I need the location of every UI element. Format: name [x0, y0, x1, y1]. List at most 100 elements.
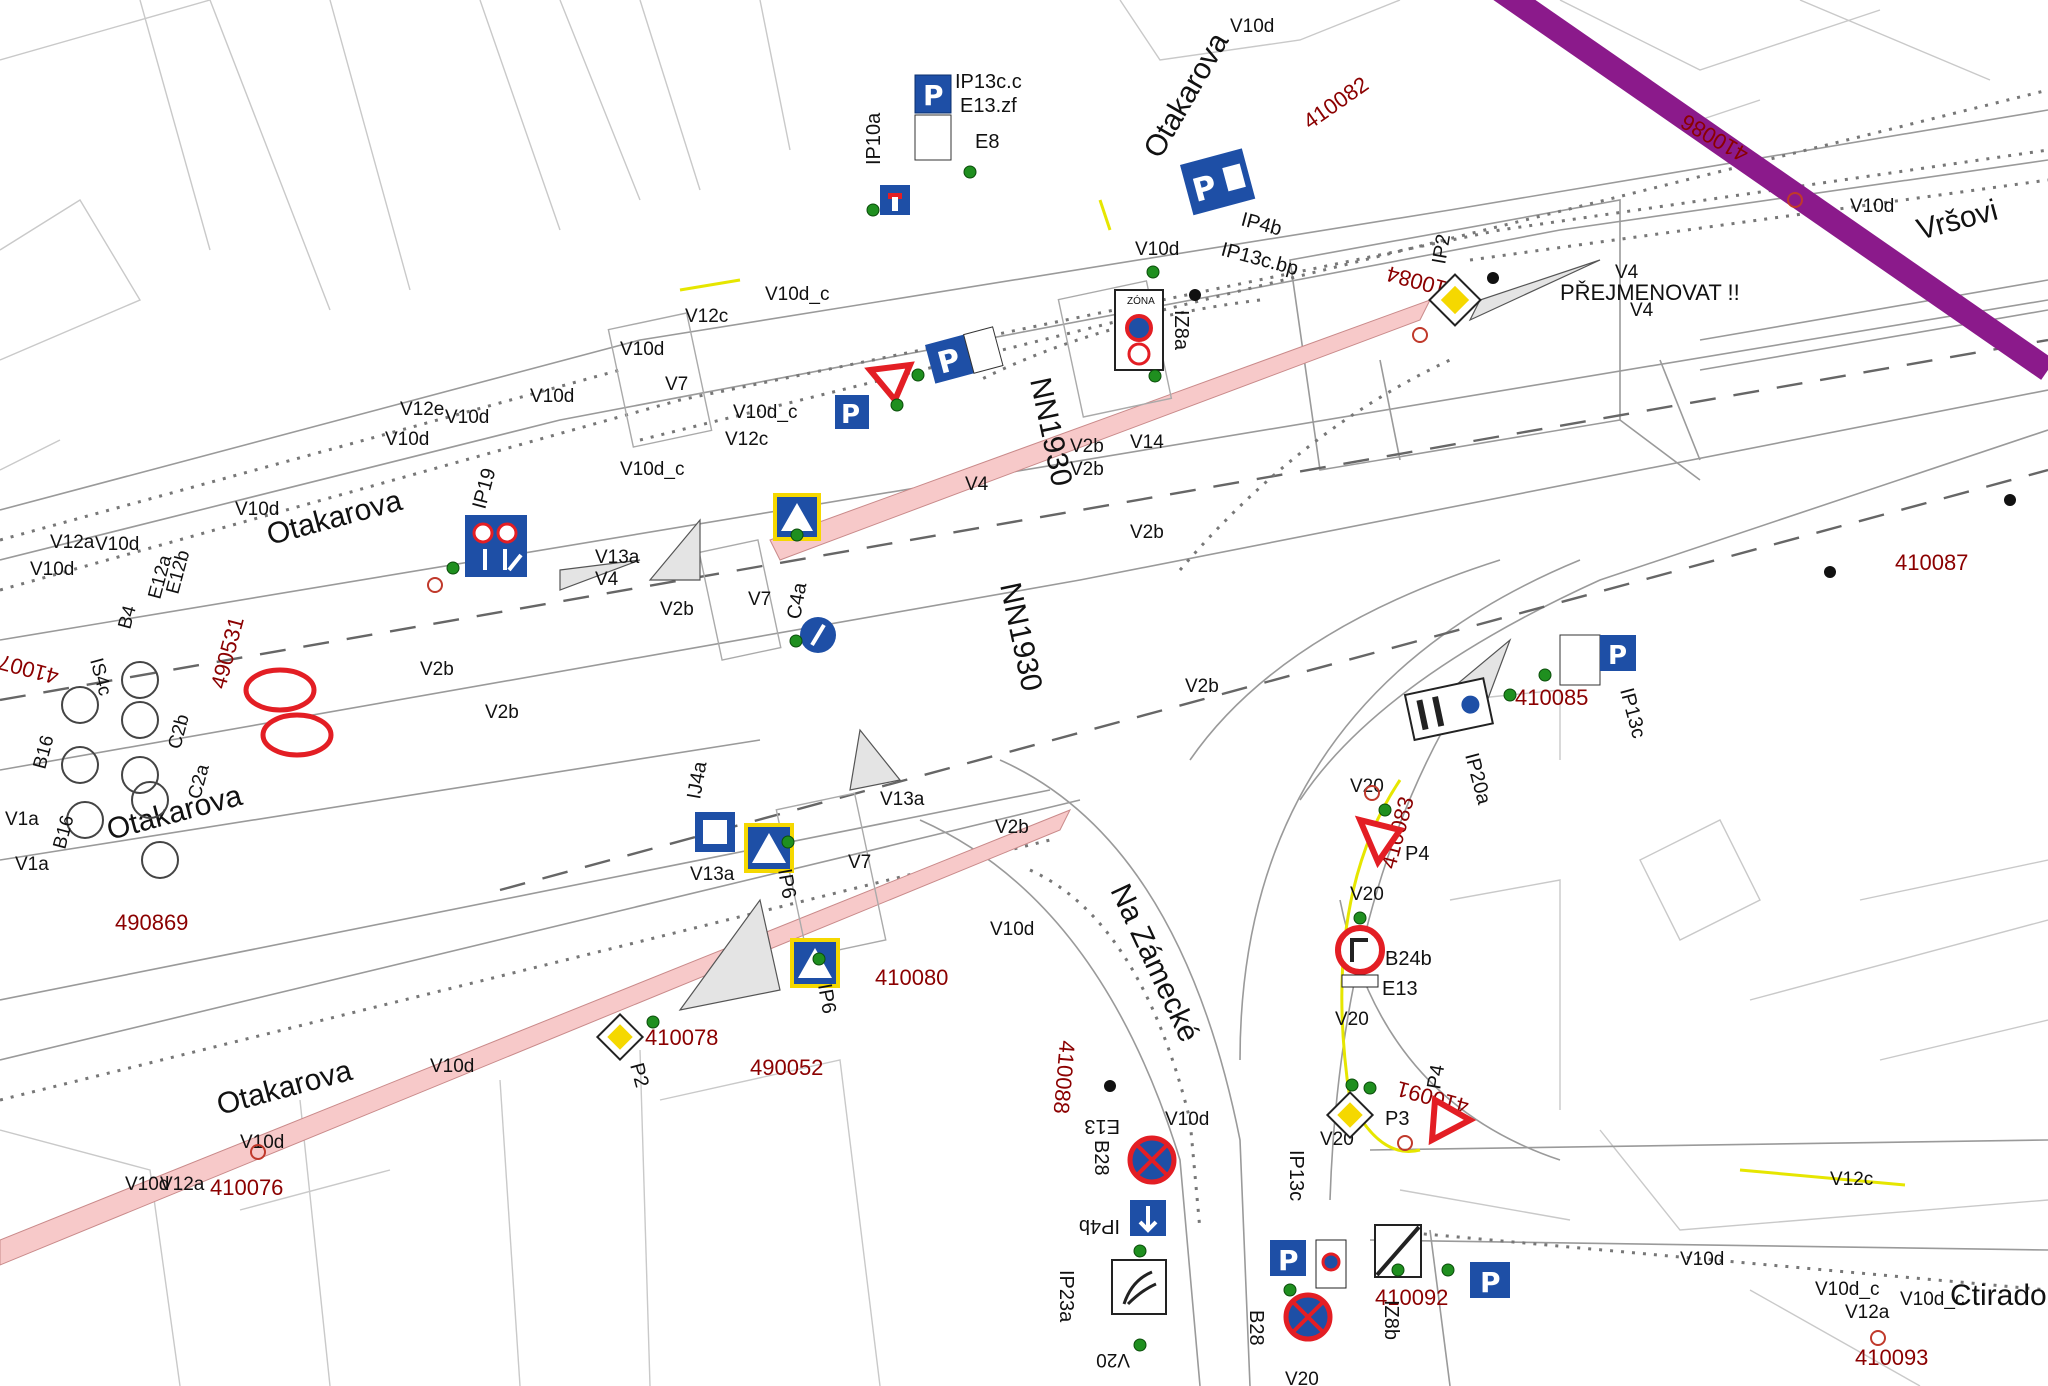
- node-marker[interactable]: [1503, 688, 1517, 702]
- speed-limit-sign[interactable]: [260, 712, 334, 758]
- marking-label: V10d: [385, 429, 429, 450]
- ip12-sign-letter: P: [841, 400, 860, 430]
- sign-label: B28: [1090, 1140, 1112, 1176]
- sign-label: IP2: [1428, 232, 1455, 265]
- node-marker[interactable]: [1391, 1263, 1405, 1277]
- ip10a-sign[interactable]: [880, 185, 910, 215]
- marking-label: V12a: [50, 532, 95, 553]
- node-marker[interactable]: [1378, 803, 1392, 817]
- parking-sign[interactable]: P: [914, 74, 952, 161]
- sign-label: E12b: [163, 548, 195, 596]
- marking-label: V2b: [485, 702, 519, 723]
- sign-nodes: [446, 165, 1552, 1352]
- node-marker[interactable]: [1148, 369, 1162, 383]
- marking-label: V12a: [1845, 1302, 1890, 1323]
- parking-sign[interactable]: P: [1470, 1262, 1510, 1299]
- zone-sign-text: ZÓNA: [1127, 294, 1155, 307]
- sign-label: B28: [1245, 1310, 1267, 1346]
- sign-label: IP10a: [863, 112, 885, 165]
- sign-label: IP20a: [1460, 751, 1495, 808]
- node-marker[interactable]: [1353, 911, 1367, 925]
- node-marker[interactable]: [790, 528, 804, 542]
- id-label: 410075: [0, 646, 61, 689]
- node-marker[interactable]: [812, 952, 826, 966]
- ip13c-sign[interactable]: P: [1559, 634, 1636, 686]
- ip19-sign[interactable]: [465, 515, 527, 577]
- sign-label: P3: [1385, 1108, 1409, 1130]
- sign-label: P4: [1423, 1063, 1449, 1091]
- marking-label: V10d: [530, 386, 574, 407]
- node-marker[interactable]: [781, 835, 795, 849]
- sign-label: E13: [1084, 1115, 1120, 1137]
- node-marker[interactable]: [890, 398, 904, 412]
- node-marker[interactable]: [646, 1015, 660, 1029]
- ip10a-sign-stem: [892, 197, 898, 211]
- marking-label: V10d: [30, 559, 74, 580]
- node-marker[interactable]: [1283, 1283, 1297, 1297]
- ip4b-sign[interactable]: [1130, 1200, 1166, 1236]
- marking-label: V2b: [1185, 676, 1219, 697]
- ip13c-sign[interactable]: P: [925, 326, 1004, 384]
- marking-label: V10d_c: [733, 402, 797, 423]
- node-marker[interactable]: [1345, 1078, 1359, 1092]
- street-na-zamecke: Na Zámecké: [1104, 879, 1206, 1047]
- marking-label: V10d_c: [1815, 1279, 1879, 1300]
- sign-label: E13: [1382, 978, 1418, 1000]
- node-marker[interactable]: [1441, 1263, 1455, 1277]
- zone-sign[interactable]: [1315, 1239, 1347, 1289]
- node-marker[interactable]: [1538, 668, 1552, 682]
- marking-label: V13a: [880, 789, 925, 810]
- marking-label: V14: [1130, 432, 1164, 453]
- ip4b-sign[interactable]: P: [1180, 148, 1256, 216]
- node-marker[interactable]: [963, 165, 977, 179]
- traffic-sign-map: Otakarova Otakarova Otakarova Otakarova …: [0, 0, 2048, 1386]
- ip6-sign[interactable]: [744, 823, 794, 873]
- marking-label: V10d: [1230, 16, 1274, 37]
- node-marker[interactable]: [911, 368, 925, 382]
- round-sign-outline: [61, 686, 99, 724]
- sign-label: IP19: [469, 466, 501, 511]
- id-label: 490869: [115, 910, 188, 935]
- marking-label: V7: [848, 852, 871, 873]
- zone-sign-disc: [1127, 342, 1151, 366]
- sign-label: P2: [625, 1061, 653, 1090]
- parking-sign-letter: P: [1480, 1266, 1501, 1299]
- parking-sign[interactable]: P: [1270, 1240, 1306, 1277]
- red-marker: [1412, 327, 1428, 343]
- ip19-sign-disc: [496, 522, 518, 544]
- zone-sign[interactable]: ZÓNA: [1114, 289, 1164, 371]
- marking-label: V2b: [1070, 436, 1104, 457]
- speed-limit-sign[interactable]: [243, 667, 317, 713]
- ip13c-sign-subplate: [1559, 634, 1601, 686]
- marking-label: V10d: [1850, 196, 1894, 217]
- node-marker[interactable]: [1363, 1081, 1377, 1095]
- sign-label: B16: [50, 813, 79, 851]
- marking-label: V10d_c: [620, 459, 684, 480]
- marking-label: V7: [665, 374, 688, 395]
- id-label: 410093: [1855, 1345, 1928, 1370]
- ip12-sign[interactable]: P: [835, 395, 869, 430]
- node-marker[interactable]: [446, 561, 460, 575]
- round-sign-outline: [61, 746, 99, 784]
- p2-sign[interactable]: [595, 1012, 645, 1062]
- sign-label: IP4b: [1079, 1215, 1120, 1237]
- node-marker[interactable]: [1133, 1244, 1147, 1258]
- bike-lanes: [0, 299, 1432, 1266]
- ij4a-sign[interactable]: [695, 812, 735, 852]
- id-label: 410082: [1299, 72, 1373, 135]
- marking-label: V12a: [160, 1174, 205, 1195]
- node-marker[interactable]: [1133, 1338, 1147, 1352]
- id-label: 410085: [1515, 685, 1588, 710]
- b24b-sign[interactable]: [1335, 925, 1385, 975]
- round-sign-outline: [141, 841, 179, 879]
- ip20a-sign[interactable]: [1403, 677, 1495, 742]
- parking-sign-letter: P: [1278, 1244, 1299, 1277]
- node-marker[interactable]: [866, 203, 880, 217]
- ip23a-sign[interactable]: [1111, 1259, 1167, 1315]
- sign-label: IP6: [773, 867, 800, 900]
- marking-label: V12c: [725, 429, 768, 450]
- black-dot: [1104, 1080, 1116, 1092]
- street-ctiradova: Ctirado: [1950, 1279, 2047, 1312]
- node-marker[interactable]: [789, 634, 803, 648]
- node-marker[interactable]: [1146, 265, 1160, 279]
